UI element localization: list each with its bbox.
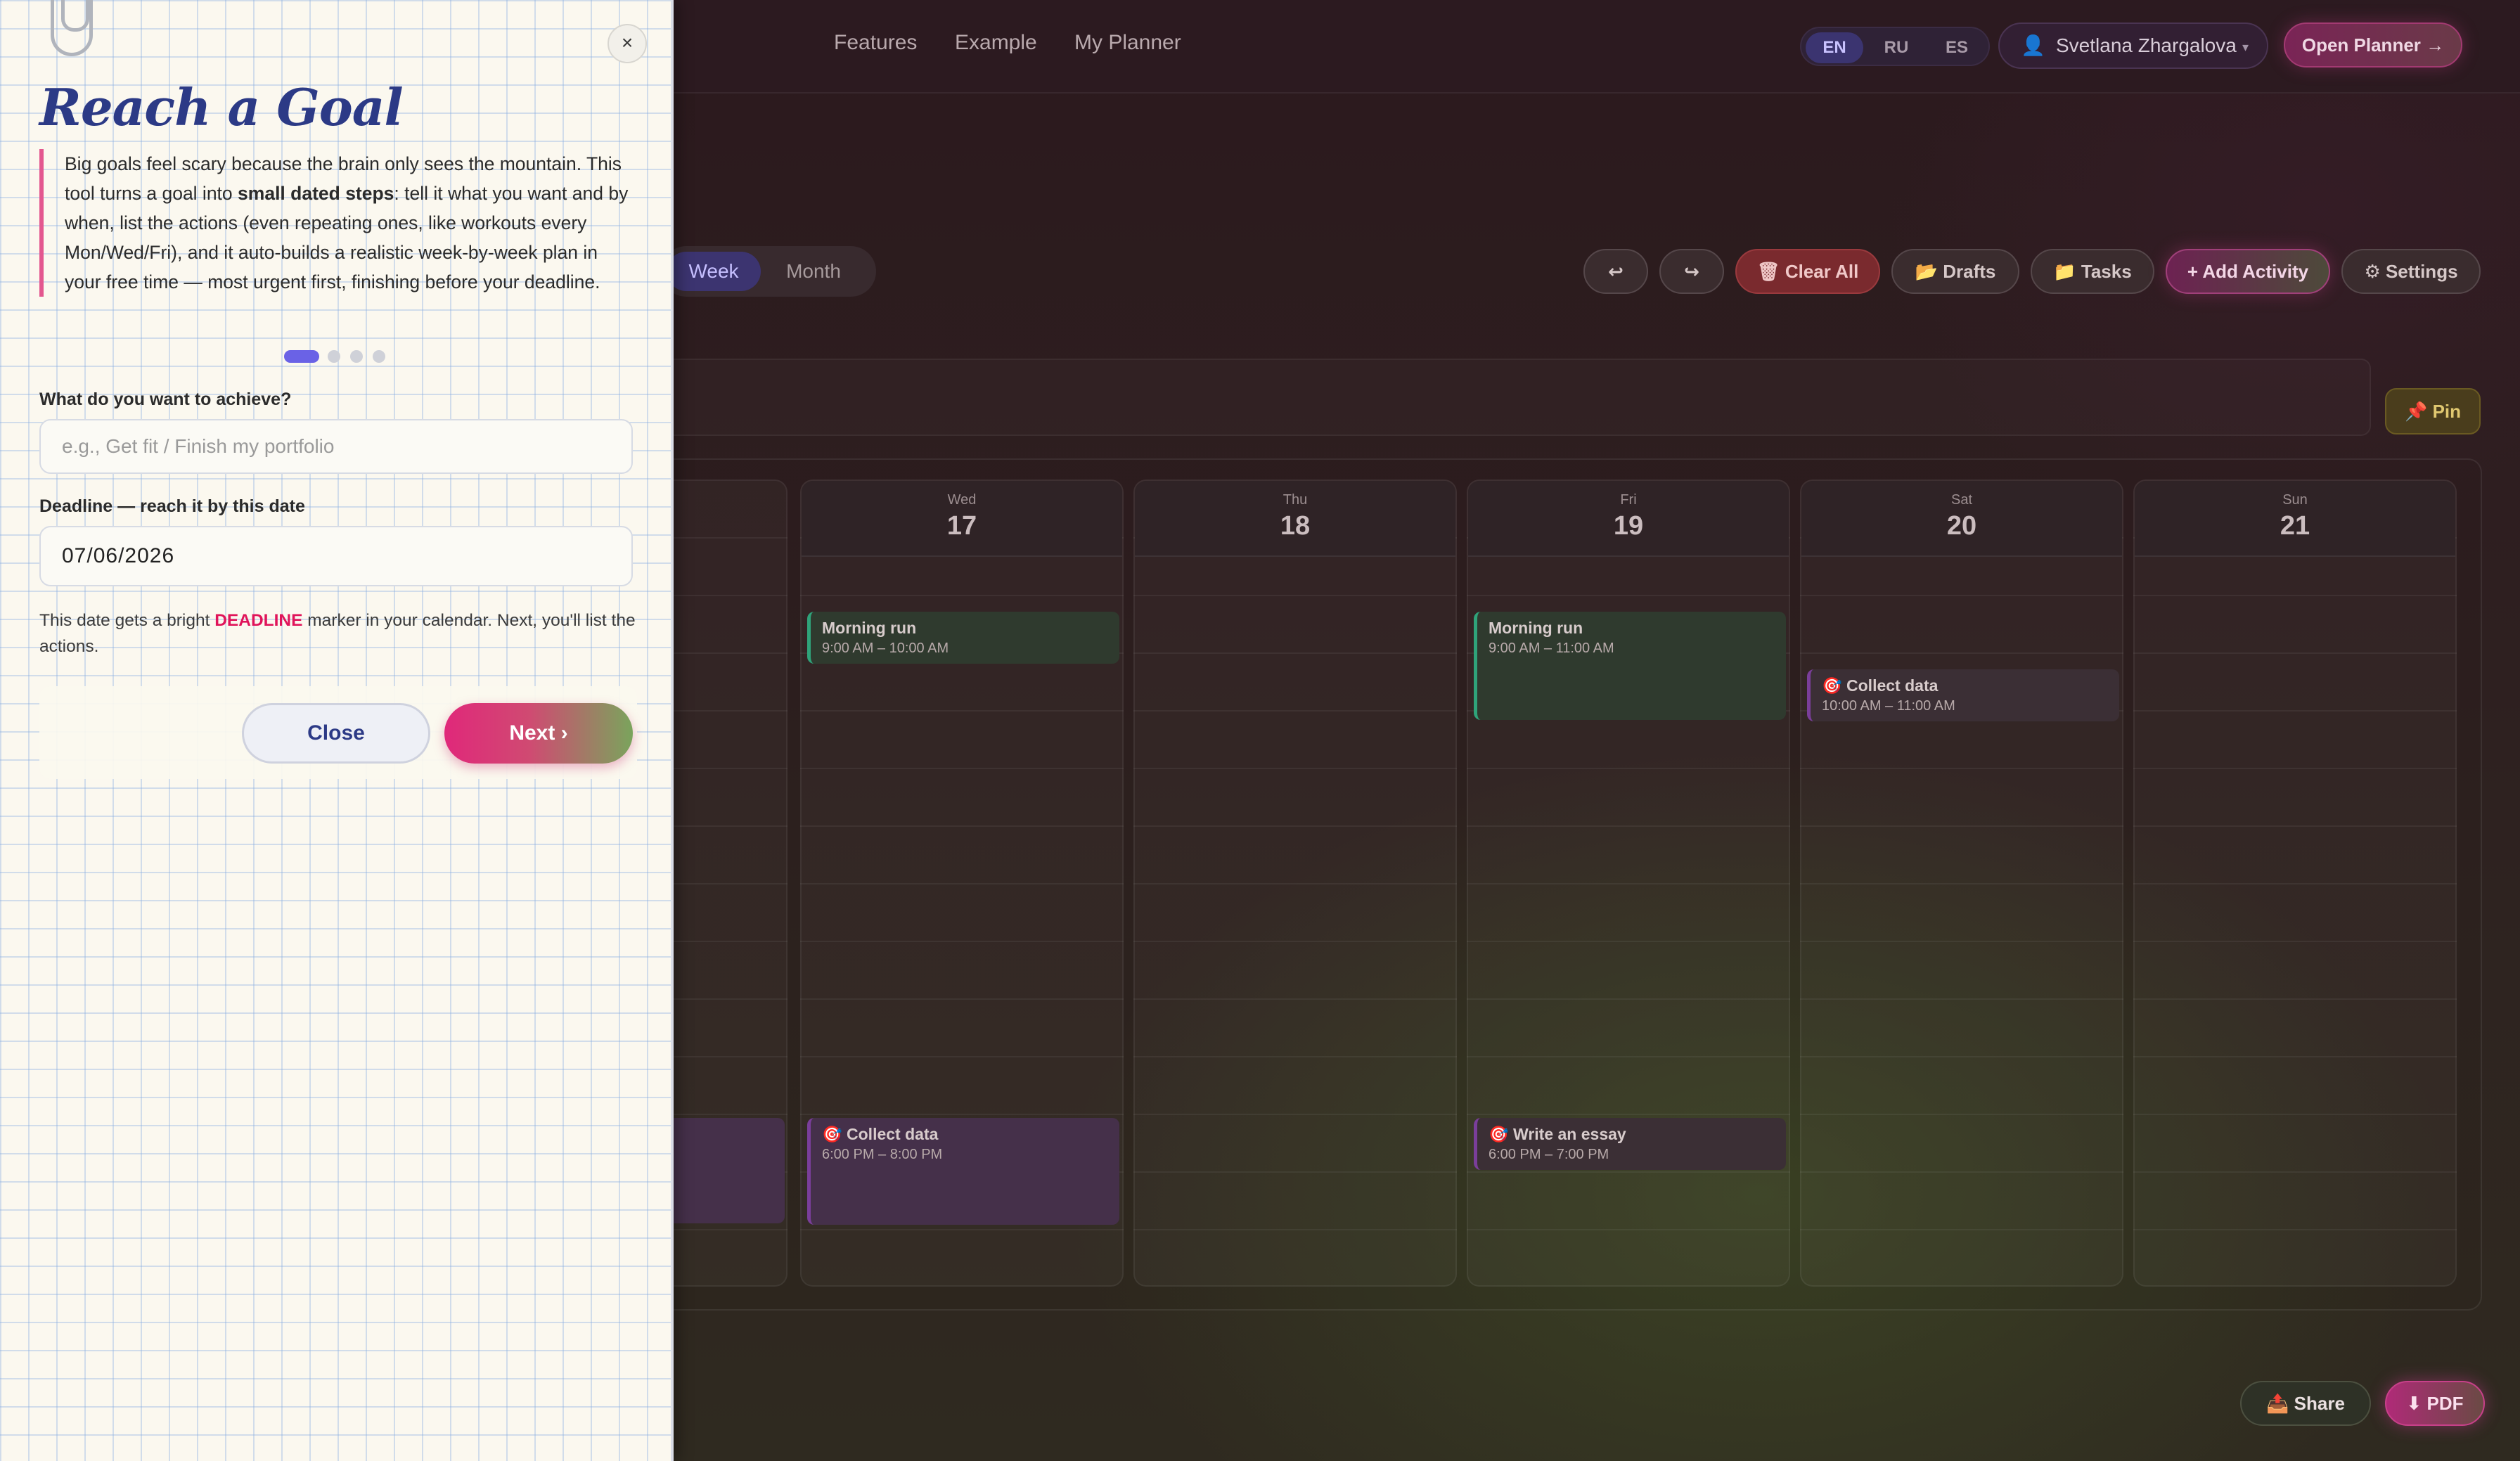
clear-all-button[interactable]: 🗑 Clear All	[1735, 249, 1880, 294]
day-header: Wed 17	[802, 481, 1122, 557]
day-number: 19	[1613, 511, 1644, 541]
event-title: 🎯 Collect data	[822, 1125, 939, 1143]
tasks-button[interactable]: 📁 Tasks	[2031, 249, 2154, 294]
day-column-wed: Wed 17 Morning run 9:00 AM – 10:00 AM 🎯 …	[800, 480, 1124, 1287]
step-dot	[328, 350, 340, 363]
calendar-event[interactable]: Morning run 9:00 AM – 11:00 AM	[1474, 612, 1786, 720]
nav-link-example[interactable]: Example	[955, 31, 1037, 55]
event-time: 9:00 AM – 11:00 AM	[1489, 641, 1614, 656]
event-time: 10:00 AM – 11:00 AM	[1822, 698, 1955, 714]
event-time: 9:00 AM – 10:00 AM	[822, 641, 949, 656]
event-time: 6:00 PM – 8:00 PM	[822, 1147, 943, 1162]
tab-month[interactable]: Month	[766, 252, 861, 291]
step-dot-active	[284, 350, 319, 363]
day-header: Sun 21	[2135, 481, 2455, 557]
lang-en-button[interactable]: EN	[1806, 32, 1863, 63]
goal-label: What do you want to achieve?	[39, 390, 292, 409]
deadline-date-input[interactable]: 07/06/2026	[39, 526, 633, 586]
deadline-hint: This date gets a bright DEADLINE marker …	[39, 607, 644, 659]
close-button[interactable]: Close	[242, 703, 430, 764]
user-name: Svetlana Zhargalova	[2056, 34, 2237, 56]
day-column-sun: Sun 21	[2133, 480, 2457, 1287]
tab-week[interactable]: Week	[667, 252, 761, 291]
calendar-event[interactable]: 🎯 Write an essay 6:00 PM – 7:00 PM	[1474, 1118, 1786, 1170]
language-switcher: EN RU ES	[1800, 27, 1990, 66]
undo-button[interactable]: ↩	[1583, 249, 1648, 294]
step-dot	[350, 350, 363, 363]
user-menu[interactable]: 👤 Svetlana Zhargalova ▾	[1998, 22, 2268, 69]
event-title: 🎯 Collect data	[1822, 676, 1939, 695]
day-number: 17	[946, 511, 977, 541]
goal-input[interactable]: e.g., Get fit / Finish my portfolio	[39, 419, 633, 474]
nav-link-features[interactable]: Features	[834, 31, 917, 55]
nav-link-my-planner[interactable]: My Planner	[1074, 31, 1181, 55]
day-column-sat: Sat 20 🎯 Collect data 10:00 AM – 11:00 A…	[1800, 480, 2123, 1287]
hint-text-start: This date gets a bright	[39, 611, 215, 630]
calendar-event[interactable]: 🎯 Collect data 10:00 AM – 11:00 AM	[1807, 669, 2119, 721]
calendar-event[interactable]: 🎯 Collect data 6:00 PM – 8:00 PM	[807, 1118, 1119, 1225]
chevron-down-icon: ▾	[2242, 40, 2249, 54]
day-name: Thu	[1282, 492, 1308, 508]
add-activity-button[interactable]: + Add Activity	[2166, 249, 2330, 294]
paperclip-icon	[51, 0, 93, 56]
download-pdf-button[interactable]: ⬇ PDF	[2385, 1381, 2485, 1426]
day-number: 20	[1946, 511, 1977, 541]
deadline-label: Deadline — reach it by this date	[39, 496, 305, 516]
day-number: 18	[1280, 511, 1311, 541]
day-column-fri: Fri 19 Morning run 9:00 AM – 11:00 AM 🎯 …	[1467, 480, 1790, 1287]
user-icon: 👤	[2021, 34, 2045, 56]
event-title: Morning run	[822, 619, 917, 637]
event-title: 🎯 Write an essay	[1489, 1125, 1626, 1143]
panel-title: Reach a Goal	[39, 77, 404, 137]
share-button[interactable]: 📤 Share	[2240, 1381, 2371, 1426]
intro-text-bold: small dated steps	[238, 183, 394, 204]
intro-text: Big goals feel scary because the brain o…	[39, 149, 637, 297]
view-switcher: Week Month	[661, 246, 876, 297]
goal-wizard-panel: × Reach a Goal Big goals feel scary beca…	[0, 0, 674, 1461]
day-number: 21	[2280, 511, 2310, 541]
calendar-event[interactable]: Morning run 9:00 AM – 10:00 AM	[807, 612, 1119, 664]
settings-button[interactable]: ⚙ Settings	[2341, 249, 2481, 294]
redo-button[interactable]: ↪	[1659, 249, 1724, 294]
day-name: Sun	[2282, 492, 2308, 508]
lang-ru-button[interactable]: RU	[1868, 32, 1925, 63]
day-name: Wed	[947, 492, 977, 508]
step-dot	[373, 350, 385, 363]
open-planner-button[interactable]: Open Planner →	[2284, 22, 2462, 67]
lang-es-button[interactable]: ES	[1928, 32, 1986, 63]
day-name: Fri	[1620, 492, 1637, 508]
day-column-thu: Thu 18	[1133, 480, 1457, 1287]
pin-button[interactable]: 📌 Pin	[2385, 388, 2481, 435]
drafts-button[interactable]: 📂 Drafts	[1891, 249, 2019, 294]
pinned-area	[661, 359, 2371, 436]
day-header: Sat 20	[1801, 481, 2122, 557]
day-name: Sat	[1950, 492, 1973, 508]
deadline-keyword: DEADLINE	[214, 611, 303, 630]
close-icon[interactable]: ×	[608, 24, 647, 63]
event-title: Morning run	[1489, 619, 1583, 637]
day-header: Thu 18	[1135, 481, 1455, 557]
next-button[interactable]: Next ›	[444, 703, 633, 764]
event-time: 6:00 PM – 7:00 PM	[1489, 1147, 1609, 1162]
day-header: Fri 19	[1468, 481, 1789, 557]
